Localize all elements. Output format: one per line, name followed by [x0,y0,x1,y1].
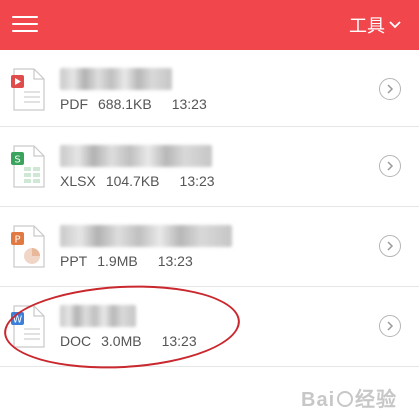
open-file-button[interactable] [379,235,401,257]
file-size: 1.9MB [97,253,138,269]
tools-menu-button[interactable]: 工具 [349,12,401,38]
chevron-down-icon [389,21,401,29]
file-size: 104.7KB [105,173,160,189]
file-row-doc[interactable]: W DOC 3.0MB 13:23 [0,287,419,367]
file-type: DOC [60,333,92,349]
svg-text:经验: 经验 [355,387,397,411]
file-meta: DOC 3.0MB 13:23 [60,333,197,349]
doc-file-icon: W [11,305,45,348]
file-size: 688.1KB [98,96,152,112]
file-meta: XLSX 104.7KB 13:23 [60,173,215,189]
file-time: 13:23 [179,173,215,189]
file-row-pdf[interactable]: PDF 688.1KB 13:23 [0,50,419,127]
chevron-right-icon [387,241,394,251]
svg-text:S: S [14,155,20,166]
chevron-right-icon [387,161,394,171]
file-row-xlsx[interactable]: S XLSX 104.7KB 13:23 [0,127,419,207]
file-time: 13:23 [157,253,193,269]
file-type: PPT [60,253,88,269]
ppt-file-icon: P [11,225,45,268]
chevron-right-icon [387,84,394,94]
chevron-right-icon [387,321,394,331]
tools-label: 工具 [349,16,385,37]
svg-text:Bai: Bai [301,389,335,411]
file-name-redacted [60,305,136,327]
menu-icon[interactable] [12,13,40,35]
baidu-watermark-logo: Bai 经验 [301,387,397,411]
file-type: XLSX [60,173,96,189]
open-file-button[interactable] [379,155,401,177]
file-time: 13:23 [171,96,207,112]
file-name-redacted [60,225,232,247]
file-name-redacted [60,145,212,167]
file-meta: PDF 688.1KB 13:23 [60,96,207,112]
file-size: 3.0MB [101,333,142,349]
file-row-ppt[interactable]: P PPT 1.9MB 13:23 [0,207,419,287]
svg-text:P: P [14,235,20,246]
file-time: 13:23 [161,333,197,349]
file-type: PDF [60,96,88,112]
xlsx-file-icon: S [11,145,45,188]
svg-text:W: W [13,315,23,326]
open-file-button[interactable] [379,78,401,100]
file-name-redacted [60,68,172,90]
file-list: PDF 688.1KB 13:23 S XLSX 104.7KB 13:23 P… [0,50,419,367]
file-meta: PPT 1.9MB 13:23 [60,253,193,269]
top-app-bar: 工具 [0,0,419,50]
open-file-button[interactable] [379,315,401,337]
pdf-file-icon [11,68,45,111]
